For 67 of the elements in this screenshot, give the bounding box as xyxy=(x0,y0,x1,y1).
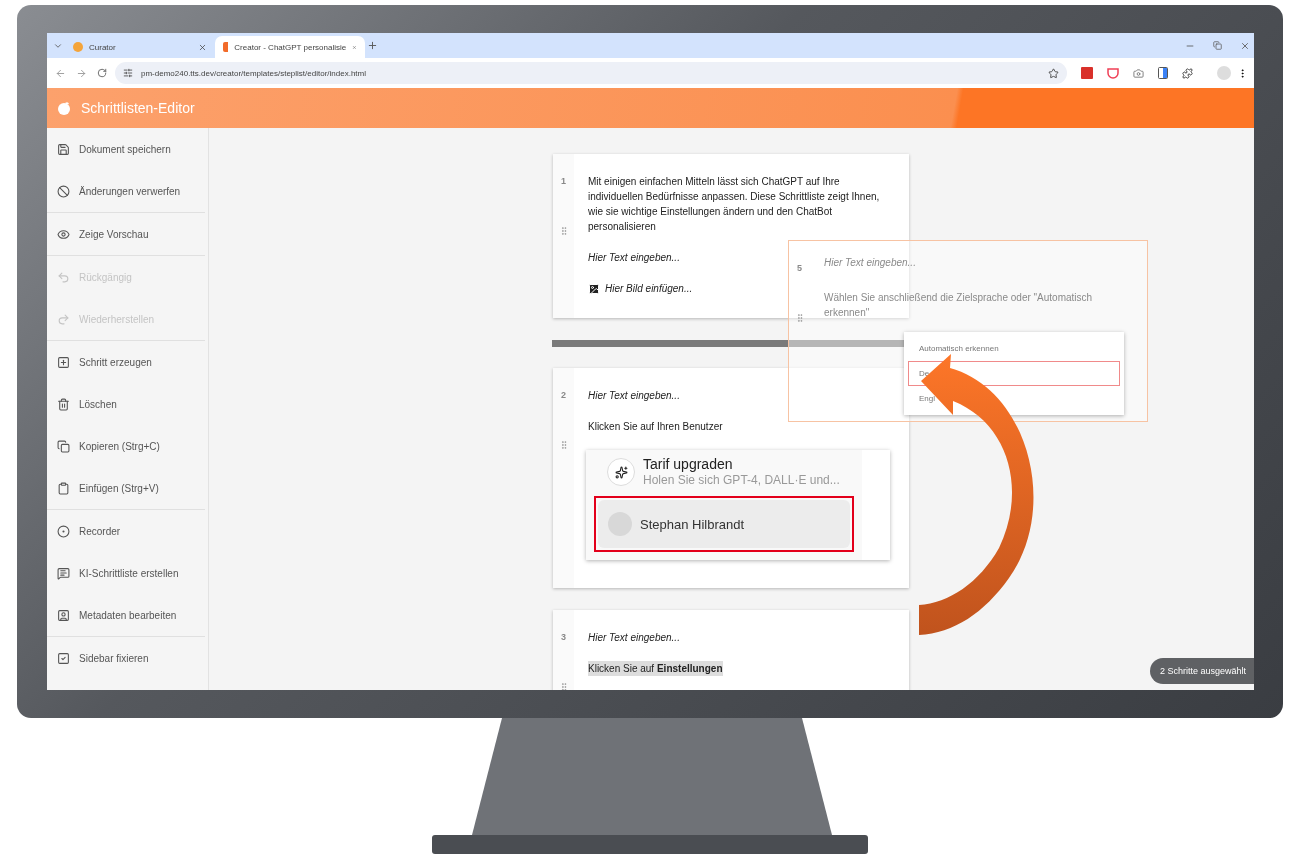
text-placeholder[interactable]: Hier Text eingeben... xyxy=(588,250,680,265)
user-menu-item[interactable]: Stephan Hilbrandt xyxy=(598,500,850,548)
text-input[interactable]: Hier Text eingeben... xyxy=(824,255,916,270)
close-icon xyxy=(1240,40,1250,51)
step-number: 3 xyxy=(561,632,566,642)
browser-tab[interactable]: Creator - ChatGPT personalisie xyxy=(215,36,365,58)
logo-icon xyxy=(57,101,71,115)
save-icon xyxy=(57,142,70,156)
checkbox-icon[interactable] xyxy=(57,651,70,665)
image-icon xyxy=(588,282,600,295)
sidebar-item[interactable]: Metadaten bearbeiten xyxy=(47,594,205,636)
record-icon xyxy=(57,524,70,538)
fruit-icon xyxy=(73,42,83,52)
sidebar-item[interactable]: Änderungen verwerfen xyxy=(47,170,205,212)
plus-icon xyxy=(367,40,378,51)
step-text: Klicken Sie auf Ihren Benutzer xyxy=(588,420,724,434)
star-icon[interactable] xyxy=(1048,67,1059,79)
sidebar-item[interactable]: Sidebar fixieren xyxy=(47,637,208,679)
step-text: Klicken Sie auf Einstellungen xyxy=(588,661,723,676)
back-icon xyxy=(55,67,66,79)
text-placeholder[interactable]: Hier Text eingeben... xyxy=(588,388,680,403)
dropdown-option[interactable]: Automatisch erkennen xyxy=(908,336,1120,361)
redo-icon xyxy=(57,312,70,326)
eye-icon xyxy=(57,227,70,241)
sidebar-item[interactable]: Recorder xyxy=(47,510,205,552)
block-icon xyxy=(57,184,70,198)
sidebar-item[interactable]: Einfügen (Strg+V) xyxy=(47,467,205,509)
text-placeholder[interactable]: Hier Text eingeben... xyxy=(588,630,680,645)
reload-icon xyxy=(97,68,107,78)
phone-icon[interactable] xyxy=(1158,67,1168,79)
extension-icon[interactable] xyxy=(1081,67,1093,79)
add-icon xyxy=(57,355,70,369)
restore-icon xyxy=(1213,41,1222,50)
image-placeholder[interactable]: Hier Bild einfügen... xyxy=(605,281,693,296)
list-icon xyxy=(57,566,70,580)
forward-icon xyxy=(76,67,87,79)
step-number: 2 xyxy=(561,390,566,400)
sparkle-icon xyxy=(607,458,635,486)
camera-icon[interactable] xyxy=(1133,67,1144,79)
app-icon xyxy=(223,42,229,52)
dropdown-option[interactable]: Engl xyxy=(908,386,1120,411)
restore-button[interactable] xyxy=(1211,39,1224,52)
sidebar-item[interactable]: KI-Schrittliste erstellen xyxy=(47,552,205,594)
copy-icon xyxy=(57,439,70,453)
pocket-icon[interactable] xyxy=(1107,67,1119,79)
sidebar-item[interactable]: Schritt erzeugen xyxy=(47,341,205,383)
site-settings-icon[interactable] xyxy=(123,68,133,78)
address-field[interactable]: pm-demo240.tts.dev/creator/templates/steplist/editor/index.html xyxy=(115,62,1067,84)
sidebar-item[interactable]: Zeige Vorschau xyxy=(47,213,205,255)
menu-title: Tarif upgraden xyxy=(643,456,734,473)
puzzle-icon[interactable] xyxy=(1182,67,1193,79)
step-text: Mit einigen einfachen Mitteln lässt sich ChatGPT auf Ihre individuellen Bedürfnisse anpassen. Diese Schrittliste zeigt Ihnen, wie sie wichtige Einstellungen ändern und den ChatBot personalisieren xyxy=(588,175,881,234)
selection-badge: 2 Schritte ausgewählt xyxy=(1149,658,1254,684)
reload-button[interactable] xyxy=(95,66,109,80)
app-title: Schrittlisten-Editor xyxy=(81,100,195,116)
menu-subtitle: Holen Sie sich GPT-4, DALL·E und... xyxy=(643,473,840,488)
step-text: Wählen Sie anschließend die Zielsprache oder "Automatisch erkennen" xyxy=(824,291,1094,320)
clipboard-icon xyxy=(57,481,70,495)
browser-tab[interactable]: Curator xyxy=(65,36,215,58)
close-icon[interactable] xyxy=(198,42,207,52)
step-number: 5 xyxy=(797,263,802,273)
undo-icon xyxy=(57,270,70,284)
sidebar-item[interactable]: Löschen xyxy=(47,383,205,425)
sidebar-item[interactable]: Kopieren (Strg+C) xyxy=(47,425,205,467)
step-number: 1 xyxy=(561,176,566,186)
trash-icon xyxy=(57,397,70,411)
sidebar-item[interactable]: Dokument speichern xyxy=(47,128,205,170)
